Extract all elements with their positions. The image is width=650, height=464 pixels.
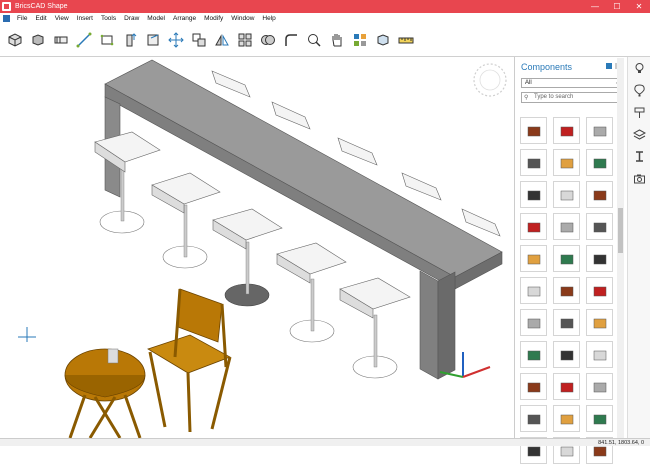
move-icon[interactable] bbox=[167, 31, 185, 49]
sofa-item[interactable] bbox=[520, 213, 547, 240]
category-select-value: All bbox=[525, 80, 532, 86]
layers-icon[interactable] bbox=[628, 123, 650, 145]
search-placeholder: Type to search bbox=[534, 94, 574, 100]
solid-icon[interactable] bbox=[29, 31, 47, 49]
menu-insert[interactable]: Insert bbox=[73, 15, 97, 22]
panel-scrollbar[interactable] bbox=[617, 58, 624, 438]
stove-item[interactable] bbox=[553, 117, 580, 144]
glass-table-item[interactable] bbox=[586, 149, 613, 176]
menu-file[interactable]: File bbox=[13, 15, 31, 22]
panel-title: Components bbox=[521, 62, 573, 72]
grid-view-icon[interactable] bbox=[606, 63, 612, 69]
components-panel: Components All ⌄ ⚲ Type to search bbox=[514, 57, 627, 464]
bench-item[interactable] bbox=[520, 181, 547, 208]
array-icon[interactable] bbox=[236, 31, 254, 49]
menu-draw[interactable]: Draw bbox=[120, 15, 143, 22]
stool-3 bbox=[212, 208, 283, 307]
rug-item[interactable] bbox=[586, 405, 613, 432]
menu-arrange[interactable]: Arrange bbox=[169, 15, 200, 22]
ucs-small bbox=[18, 327, 36, 342]
view-compass bbox=[473, 63, 507, 97]
line-icon[interactable] bbox=[75, 31, 93, 49]
lamp-item[interactable] bbox=[520, 277, 547, 304]
camera-icon[interactable] bbox=[628, 167, 650, 189]
materials-icon[interactable] bbox=[351, 31, 369, 49]
sideboard-item[interactable] bbox=[586, 309, 613, 336]
kitchen-item[interactable] bbox=[553, 277, 580, 304]
pool-table-item[interactable] bbox=[586, 373, 613, 400]
i-beam-icon[interactable] bbox=[628, 145, 650, 167]
section-icon[interactable] bbox=[144, 31, 162, 49]
board-item[interactable] bbox=[520, 373, 547, 400]
menu-edit[interactable]: Edit bbox=[31, 15, 50, 22]
wooden-chair bbox=[147, 288, 232, 433]
status-bar: 841.51, 1803.64, 0 bbox=[0, 438, 650, 446]
menu-modify[interactable]: Modify bbox=[200, 15, 227, 22]
box-icon[interactable] bbox=[6, 31, 24, 49]
3d-scene[interactable] bbox=[0, 57, 514, 438]
close-button[interactable]: ✕ bbox=[628, 0, 650, 13]
shelf-item[interactable] bbox=[553, 245, 580, 272]
copy-icon[interactable] bbox=[190, 31, 208, 49]
beam-item[interactable] bbox=[520, 309, 547, 336]
locker-item[interactable] bbox=[520, 405, 547, 432]
hot-air-balloon-icon[interactable] bbox=[628, 79, 650, 101]
union-icon[interactable] bbox=[259, 31, 277, 49]
menu-bar: File Edit View Insert Tools Draw Model A… bbox=[0, 13, 650, 24]
pan-icon[interactable] bbox=[328, 31, 346, 49]
round-table-item[interactable] bbox=[553, 181, 580, 208]
table-item[interactable] bbox=[520, 117, 547, 144]
wall-item[interactable] bbox=[553, 309, 580, 336]
measure-icon[interactable] bbox=[397, 31, 415, 49]
paint-roller-icon[interactable] bbox=[628, 101, 650, 123]
menu-view[interactable]: View bbox=[51, 15, 73, 22]
fire-extinguisher-item[interactable] bbox=[553, 213, 580, 240]
clock-item[interactable] bbox=[586, 213, 613, 240]
cabinet-item[interactable] bbox=[553, 149, 580, 176]
laptop-item[interactable] bbox=[586, 341, 613, 368]
menu-window[interactable]: Window bbox=[227, 15, 258, 22]
rectangle-icon[interactable] bbox=[98, 31, 116, 49]
wooden-table bbox=[64, 348, 146, 438]
zoom-icon[interactable] bbox=[305, 31, 323, 49]
nightstand-item[interactable] bbox=[553, 341, 580, 368]
search-icon: ⚲ bbox=[524, 95, 529, 101]
right-sidebar bbox=[627, 57, 650, 438]
render-icon[interactable] bbox=[374, 31, 392, 49]
menu-model[interactable]: Model bbox=[143, 15, 169, 22]
search-input[interactable]: ⚲ Type to search bbox=[521, 92, 623, 103]
crate-item[interactable] bbox=[586, 245, 613, 272]
title-bar: BricsCAD Shape — ☐ ✕ bbox=[0, 0, 650, 13]
office-chair-item[interactable] bbox=[520, 149, 547, 176]
piano-item[interactable] bbox=[553, 373, 580, 400]
menu-tools[interactable]: Tools bbox=[97, 15, 120, 22]
window-title: BricsCAD Shape bbox=[15, 3, 68, 10]
chair-item[interactable] bbox=[520, 245, 547, 272]
sign-item[interactable] bbox=[553, 405, 580, 432]
bed-item[interactable] bbox=[586, 181, 613, 208]
main-toolbar bbox=[0, 24, 650, 57]
scrollbar-thumb[interactable] bbox=[618, 208, 623, 253]
mirror-icon[interactable] bbox=[213, 31, 231, 49]
3d-viewport[interactable] bbox=[0, 57, 514, 438]
stool-4 bbox=[276, 242, 347, 343]
drawer-item[interactable] bbox=[586, 277, 613, 304]
stool-5 bbox=[339, 277, 411, 379]
components-grid bbox=[520, 117, 620, 464]
category-select[interactable]: All ⌄ bbox=[521, 78, 623, 88]
extrude-icon[interactable] bbox=[52, 31, 70, 49]
maximize-button[interactable]: ☐ bbox=[606, 0, 628, 13]
light-bulb-icon[interactable] bbox=[628, 57, 650, 79]
frame-item[interactable] bbox=[520, 341, 547, 368]
menu-help[interactable]: Help bbox=[258, 15, 279, 22]
fillet-icon[interactable] bbox=[282, 31, 300, 49]
app-menu-icon[interactable] bbox=[3, 15, 10, 22]
stool-2 bbox=[151, 172, 221, 269]
push-pull-icon[interactable] bbox=[121, 31, 139, 49]
desk-item[interactable] bbox=[586, 117, 613, 144]
app-logo-icon bbox=[2, 2, 11, 11]
minimize-button[interactable]: — bbox=[584, 0, 606, 13]
